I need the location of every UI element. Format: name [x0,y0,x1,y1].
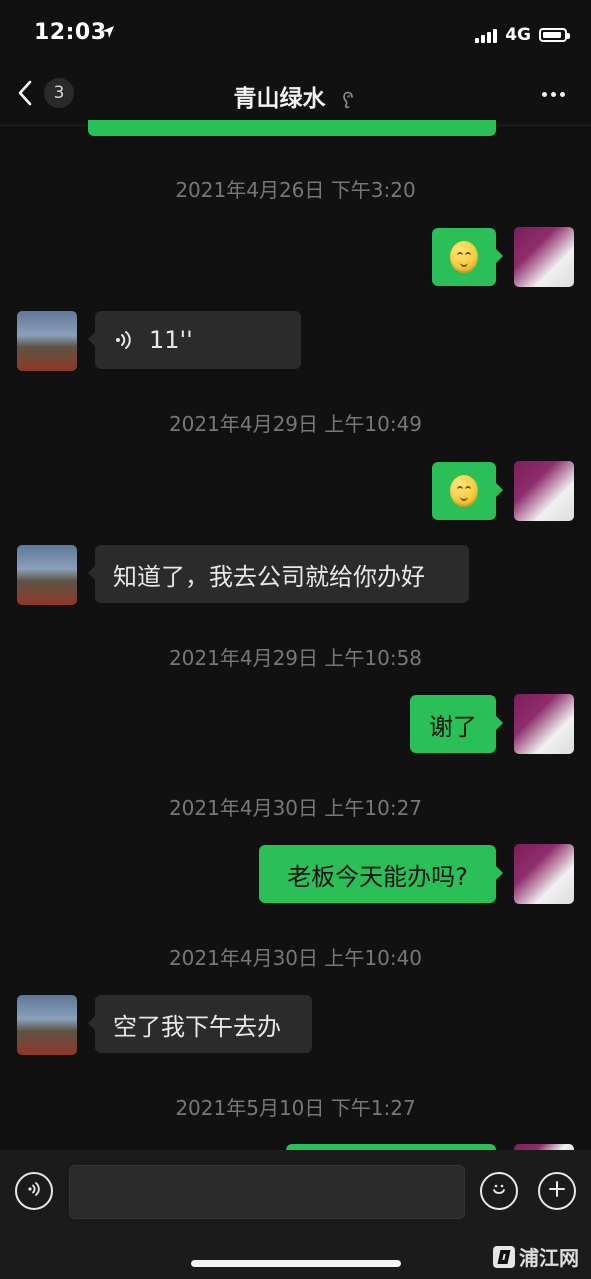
signal-bars-icon [475,27,498,43]
smile-emoji-icon [450,241,478,273]
chat-nav-bar: 3 青山绿水 [0,65,591,126]
voice-duration: 11'' [149,326,193,354]
emoji-button[interactable] [480,1172,518,1210]
location-arrow-icon [102,26,114,38]
message-text: 老板今天能办吗? [287,862,468,891]
self-text-message[interactable]: 老板今天能办吗? [259,845,503,903]
plus-icon [548,1180,566,1202]
status-bar: 12:03 4G [0,0,591,70]
watermark-logo-icon [493,1245,515,1268]
more-dot-icon [559,91,565,97]
voice-message-bubble[interactable]: 11'' [88,311,301,369]
watermark-text: 浦江网 [519,1246,579,1270]
battery-icon [539,28,570,42]
friend-avatar[interactable] [17,545,77,605]
site-watermark: 浦江网 [493,1242,579,1271]
chat-title-text: 青山绿水 [233,86,326,112]
message-text: 谢了 [429,712,477,741]
message-text: 知道了，我去公司就给你办好 [113,562,425,591]
more-dot-icon [541,91,547,97]
chat-title: 青山绿水 [0,79,591,113]
ear-mute-icon [342,91,353,108]
partial-self-message-bubble[interactable] [88,120,496,136]
message-input-bar: 浦江网 [0,1150,591,1279]
voice-toggle-button[interactable] [15,1172,53,1210]
message-timestamp: 2021年4月30日 上午10:27 [168,796,423,820]
status-right: 4G [475,24,570,46]
message-timestamp: 2021年4月29日 上午10:49 [168,412,423,436]
smile-emoji-icon [450,475,478,507]
self-avatar[interactable] [514,694,574,754]
home-indicator [191,1260,401,1267]
self-avatar[interactable] [514,844,574,904]
friend-text-message[interactable]: 空了我下午去办 [88,995,312,1053]
more-options-button[interactable] [533,77,573,111]
friend-avatar[interactable] [17,311,77,371]
voice-wave-icon [113,329,135,351]
message-timestamp: 2021年4月30日 上午10:40 [168,946,423,970]
network-type: 4G [505,25,531,45]
plus-button[interactable] [538,1172,576,1210]
friend-avatar[interactable] [17,995,77,1055]
message-timestamp: 2021年5月10日 下午1:27 [175,1096,416,1120]
smile-emoji-icon [489,1179,509,1203]
message-text: 空了我下午去办 [113,1012,281,1041]
self-emoji-message[interactable] [432,228,503,286]
message-text-input[interactable] [69,1165,465,1219]
message-timestamp: 2021年4月26日 下午3:20 [175,178,416,202]
more-dot-icon [550,91,556,97]
self-text-message[interactable]: 谢了 [410,695,503,753]
self-avatar[interactable] [514,227,574,287]
message-timestamp: 2021年4月29日 上午10:58 [168,646,423,670]
self-emoji-message[interactable] [432,462,503,520]
status-time: 12:03 [34,20,107,45]
self-avatar[interactable] [514,461,574,521]
friend-text-message[interactable]: 知道了，我去公司就给你办好 [88,545,469,603]
voice-wave-icon [25,1180,43,1202]
